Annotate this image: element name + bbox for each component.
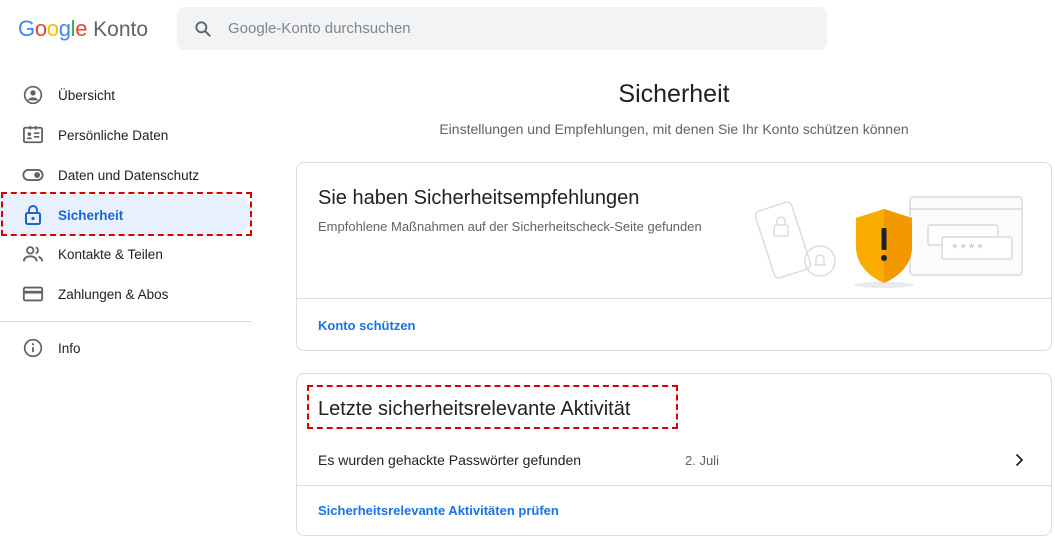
recommendations-description: Empfohlene Maßnahmen auf der Sicherheits… [318,219,702,234]
sidebar-item-persoenliche-daten[interactable]: Persönliche Daten [0,115,252,155]
logo-letter: G [18,16,35,41]
sidebar-item-label: Übersicht [58,87,116,103]
sidebar-item-info[interactable]: Info [0,328,252,368]
recent-security-activity-card: Letzte sicherheitsrelevante Aktivität Es… [296,373,1052,536]
logo-suffix: Konto [93,18,149,41]
page-subtitle: Einstellungen und Empfehlungen, mit dene… [439,121,909,137]
lock-icon [22,204,44,226]
google-konto-logo[interactable]: Google Konto [18,16,148,42]
sidebar-item-sicherheit[interactable]: Sicherheit [0,195,252,235]
logo-letter: o [46,16,59,41]
toggle-icon [22,164,44,186]
google-wordmark: Google [18,16,87,42]
sidebar-item-uebersicht[interactable]: Übersicht [0,75,252,115]
info-icon [22,337,44,359]
search-input[interactable] [228,20,788,37]
sidebar-item-kontakte-teilen[interactable]: Kontakte & Teilen [0,234,252,274]
sidebar-divider [0,321,252,322]
security-recommendations-card: Sie haben Sicherheitsempfehlungen Empfoh… [296,162,1052,351]
sidebar-item-zahlungen-abos[interactable]: Zahlungen & Abos [0,274,252,314]
people-icon [22,243,44,265]
sidebar-item-label: Sicherheit [58,207,124,223]
password-mask-text: **** [952,240,986,256]
page-title: Sicherheit [618,80,730,108]
logo-letter: o [34,16,47,41]
activity-text: Es wurden gehackte Passwörter gefunden [318,452,582,468]
chevron-right-icon [1015,453,1024,467]
activity-heading: Letzte sicherheitsrelevante Aktivität [318,398,631,420]
sidebar-item-daten-und-datenschutz[interactable]: Daten und Datenschutz [0,155,252,195]
search-icon[interactable] [193,19,213,39]
sidebar-item-label: Kontakte & Teilen [58,246,163,262]
recommendations-heading: Sie haben Sicherheitsempfehlungen [318,187,640,209]
security-shield-illustration: **** [754,196,1023,288]
sidebar-item-label: Persönliche Daten [58,127,169,143]
sidebar-item-label: Info [58,340,81,356]
sidebar-item-label: Daten und Datenschutz [58,167,200,183]
logo-letter: e [75,16,88,41]
logo-letter: g [58,16,71,41]
id-card-icon [22,124,44,146]
credit-card-icon [22,283,44,305]
sidebar-item-label: Zahlungen & Abos [58,286,169,302]
activity-date: 2. Juli [685,453,719,468]
card-divider [297,298,1051,299]
card-divider [297,485,1051,486]
search-bar[interactable] [177,7,827,50]
protect-account-link[interactable]: Konto schützen [318,318,416,333]
review-security-activity-link[interactable]: Sicherheitsrelevante Aktivitäten prüfen [318,503,559,518]
account-circle-icon [22,84,44,106]
activity-row[interactable]: Es wurden gehackte Passwörter gefunden 2… [297,438,1051,482]
